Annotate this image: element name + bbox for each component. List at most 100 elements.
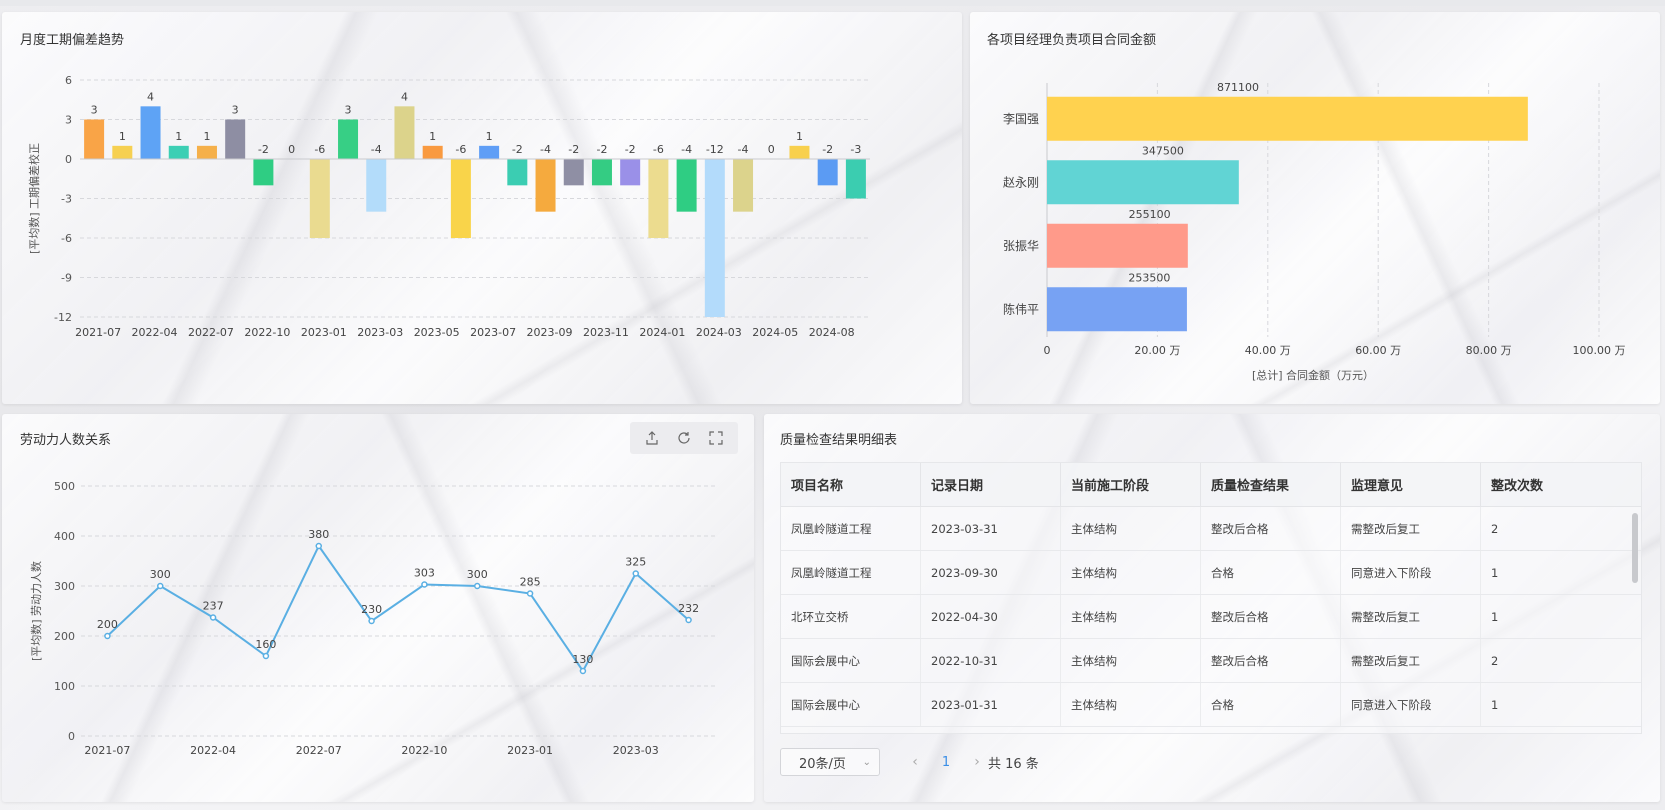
bar [1047, 160, 1239, 205]
data-label: -4 [738, 143, 749, 156]
data-label: -2 [258, 143, 269, 156]
bar [479, 145, 500, 159]
data-point [315, 542, 322, 550]
data-label: -3 [850, 143, 861, 156]
cell-opinion: 同意进入下阶段 [1341, 683, 1481, 726]
x-tick-label: 60.00 万 [1355, 344, 1401, 357]
bar [338, 119, 359, 159]
x-tick-label: 80.00 万 [1466, 344, 1512, 357]
data-point [209, 614, 217, 621]
bar [789, 145, 810, 159]
col-header-opinion[interactable]: 监理意见 [1341, 463, 1481, 506]
category-label: 赵永刚 [1003, 175, 1039, 189]
data-label: 303 [414, 567, 435, 580]
cell-date: 2022-10-31 [921, 639, 1061, 682]
data-label: 255100 [1129, 208, 1171, 221]
col-header-date[interactable]: 记录日期 [921, 463, 1061, 506]
data-label: -2 [512, 143, 523, 156]
bar [1047, 287, 1187, 332]
table-row[interactable]: 凤凰岭隧道工程 2023-09-30 主体结构 合格 同意进入下阶段 1 [781, 551, 1641, 595]
table-scrollbar[interactable] [1631, 511, 1639, 733]
x-tick-label: 2024-03 [696, 326, 742, 339]
next-page-icon[interactable]: › [966, 754, 988, 770]
x-tick-label: 2023-11 [583, 326, 629, 339]
table-row[interactable]: 国际会展中心 2023-01-31 主体结构 合格 同意进入下阶段 1 [781, 683, 1641, 727]
category-label: 陈伟平 [1003, 301, 1039, 316]
bar [648, 159, 669, 238]
bar [366, 159, 387, 212]
cell-stage: 主体结构 [1061, 639, 1201, 682]
table-row[interactable]: 国际会展中心 2022-10-31 主体结构 整改后合格 需整改后复工 2 [781, 639, 1641, 683]
data-label: 3 [345, 104, 352, 117]
cell-result: 合格 [1201, 683, 1341, 726]
bar [591, 159, 612, 186]
y-tick-label: 200 [54, 630, 75, 643]
bar [845, 159, 866, 199]
x-tick-label: 20.00 万 [1134, 344, 1180, 357]
x-tick-label: 2023-05 [414, 326, 460, 339]
col-header-stage[interactable]: 当前施工阶段 [1061, 463, 1201, 506]
data-label: -4 [681, 143, 692, 156]
y-axis-label: [平均数] 工期偏差校正 [27, 143, 41, 254]
bar [225, 119, 246, 159]
data-label: 3 [232, 104, 239, 117]
prev-page-icon[interactable]: ‹ [904, 754, 926, 770]
cell-stage: 主体结构 [1061, 551, 1201, 594]
bar [817, 159, 838, 186]
cell-project: 凤凰岭隧道工程 [781, 507, 921, 550]
data-label: 200 [97, 618, 118, 631]
data-label: 325 [625, 556, 646, 569]
bar [394, 106, 415, 159]
y-tick-label: 100 [54, 680, 75, 693]
bar [168, 145, 189, 159]
table-row[interactable]: 北环立交桥 2022-04-30 主体结构 整改后合格 需整改后复工 1 [781, 595, 1641, 639]
x-tick-label: 2022-07 [188, 326, 234, 339]
cell-opinion: 需整改后复工 [1341, 595, 1481, 638]
data-label: -6 [314, 143, 325, 156]
table-row[interactable]: 凤凰岭隧道工程 2023-03-31 主体结构 整改后合格 需整改后复工 2 [781, 507, 1641, 551]
data-label: -12 [706, 143, 724, 156]
scrollbar-thumb[interactable] [1632, 513, 1638, 583]
y-tick-label: 0 [68, 730, 75, 743]
data-label: 300 [150, 568, 171, 581]
deviation-chart: 6 3 0 -3 -6 -9 -12 [平均数] 工期偏差校正 3 1 4 1 1 3 -2 0 -6 3 -4 4 1… [27, 74, 870, 339]
bar [535, 159, 556, 212]
y-tick-label: -12 [54, 311, 72, 324]
x-tick-label: 2022-10 [244, 326, 290, 339]
current-page[interactable]: 1 [926, 755, 966, 770]
x-tick-label: 2024-08 [809, 326, 855, 339]
data-label: -6 [455, 143, 466, 156]
data-point [421, 581, 428, 588]
col-header-project[interactable]: 项目名称 [781, 463, 921, 506]
labor-chart-card: 劳动力人数关系 500 400 300 200 100 0 [平均数] 劳动力人数 200 30… [2, 414, 754, 802]
data-label: 347500 [1142, 144, 1184, 157]
data-point [579, 667, 587, 675]
bar [196, 145, 217, 159]
y-tick-label: 400 [54, 530, 75, 543]
cell-count: 2 [1491, 521, 1499, 536]
data-point [262, 652, 270, 660]
cell-date: 2023-03-31 [921, 507, 1061, 550]
y-tick-label: -9 [61, 272, 72, 285]
data-label: 0 [768, 143, 775, 156]
cell-result: 整改后合格 [1201, 595, 1341, 638]
data-label: 237 [203, 600, 224, 613]
bar [1047, 223, 1188, 268]
x-tick-label: 40.00 万 [1245, 344, 1291, 357]
data-label: 232 [678, 602, 699, 615]
cell-project: 北环立交桥 [781, 595, 921, 638]
col-header-result[interactable]: 质量检查结果 [1201, 463, 1341, 506]
data-label: 3 [91, 104, 98, 117]
labor-chart: 500 400 300 200 100 0 [平均数] 劳动力人数 200 300 237 160 3… [30, 480, 715, 757]
data-label: 1 [796, 130, 803, 143]
col-header-rectify-count[interactable]: 整改次数 [1481, 463, 1623, 506]
bar [84, 119, 105, 159]
x-tick-label: 2023-03 [613, 744, 659, 757]
quality-table-title: 质量检查结果明细表 [780, 433, 898, 448]
cell-count: 1 [1491, 565, 1499, 580]
bar [704, 159, 725, 317]
page-size-select[interactable]: 20条/页 ⌄ [780, 748, 880, 776]
x-tick-label: 2024-05 [752, 326, 798, 339]
pagination: 20条/页 ⌄ ‹ 1 › 共 16 条 [780, 748, 1039, 776]
x-tick-label: 2023-01 [507, 744, 553, 757]
